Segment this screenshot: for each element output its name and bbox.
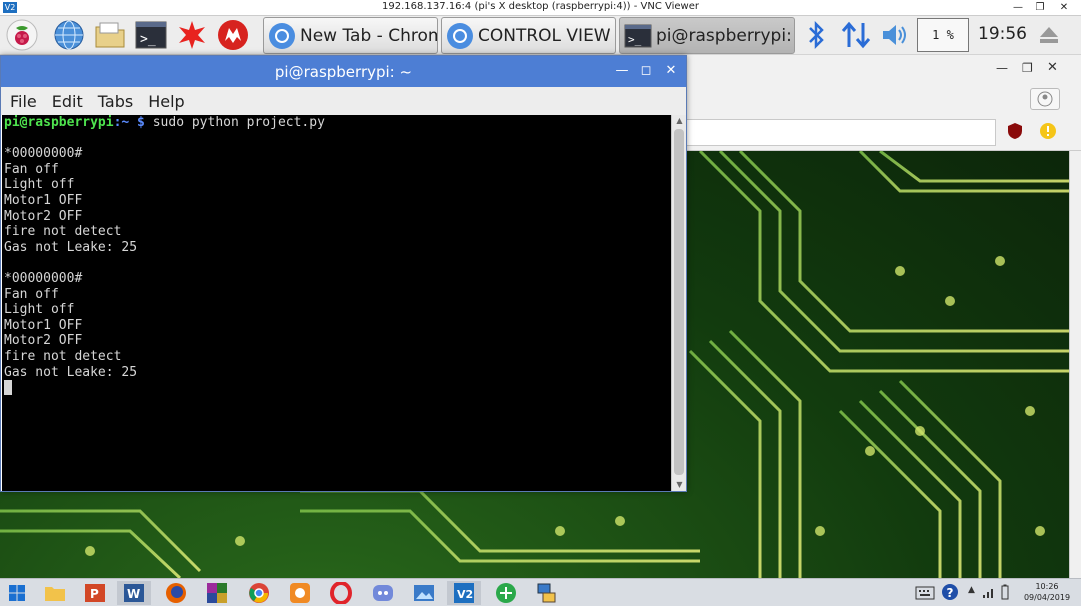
chrome-address-bar[interactable] [686, 119, 996, 146]
output-line: fire not detect [4, 348, 122, 364]
tray-overflow-icon[interactable]: ▲ [968, 585, 975, 595]
network-arrows-icon[interactable] [841, 19, 871, 55]
svg-text:P: P [90, 587, 99, 601]
panel-clock[interactable]: 19:56 [978, 24, 1027, 44]
prompt-path: :~ $ [113, 115, 145, 130]
chromium-icon [269, 22, 295, 49]
firefox-icon[interactable] [159, 581, 193, 605]
svg-text:?: ? [947, 586, 954, 600]
terminal-launcher-icon[interactable]: >_ [135, 19, 167, 51]
svg-text:>_: >_ [628, 33, 642, 46]
keyboard-icon[interactable] [915, 585, 935, 604]
terminal-menu-bar: File Edit Tabs Help [1, 87, 686, 115]
desktop-right-scrollbar[interactable] [1069, 151, 1081, 578]
terminal-output[interactable]: pi@raspberrypi:~ $ sudo python project.p… [2, 115, 671, 491]
powerpoint-icon[interactable]: P [78, 581, 112, 605]
taskbar-item-new-tab[interactable]: New Tab - Chrom... [263, 17, 438, 54]
chrome-minimize-button[interactable]: — [996, 61, 1008, 75]
word-icon[interactable]: W [117, 581, 151, 605]
menu-edit[interactable]: Edit [52, 92, 83, 111]
windows-start-icon[interactable] [0, 581, 34, 605]
output-line: Fan off [4, 286, 59, 302]
output-line: Motor2 OFF [4, 208, 83, 224]
menu-file[interactable]: File [10, 92, 37, 111]
output-line: Motor2 OFF [4, 333, 83, 349]
vnc-close-button[interactable]: ✕ [1054, 0, 1074, 16]
winrar-icon[interactable] [200, 581, 234, 605]
output-line: Light off [4, 302, 75, 318]
vnc-window-title: 192.168.137.16:4 (pi's X desktop (raspbe… [382, 1, 699, 12]
terminal-scroll-thumb[interactable] [674, 129, 684, 475]
system-clock[interactable]: 10:26 09/04/2019 [1018, 581, 1076, 603]
system-date: 09/04/2019 [1023, 593, 1071, 602]
chrome-restore-button[interactable]: ❐ [1022, 61, 1033, 75]
file-explorer-icon[interactable] [38, 581, 72, 605]
output-line: Fan off [4, 161, 59, 177]
mathematica-icon[interactable] [217, 19, 249, 51]
output-line: *00000000# [4, 270, 83, 286]
file-manager-icon[interactable] [94, 19, 126, 51]
menu-tabs[interactable]: Tabs [98, 92, 133, 111]
chrome-profile-button[interactable] [1030, 88, 1060, 110]
ublock-icon[interactable] [1006, 122, 1024, 144]
terminal-command: sudo python project.py [144, 115, 325, 130]
vnc-viewer-icon[interactable]: V2 [447, 581, 481, 605]
opera-icon[interactable] [324, 581, 358, 605]
windows-taskbar: P W V2 ? ▲ 10:26 09/04/2019 [0, 578, 1081, 606]
taskbar-item-label: CONTROL VIEW -... [478, 25, 615, 46]
system-time: 10:26 [1035, 582, 1059, 591]
network-icon[interactable] [489, 581, 523, 605]
wifi-signal-icon[interactable] [982, 584, 996, 603]
taskbar-item-label: pi@raspberrypi: ~ [656, 25, 794, 46]
scroll-up-arrow-icon[interactable]: ▲ [672, 115, 687, 127]
prompt-user: pi@raspberrypi [4, 115, 114, 130]
taskbar-item-label: New Tab - Chrom... [300, 25, 437, 46]
svg-text:V2: V2 [457, 588, 473, 601]
uc-browser-icon[interactable] [283, 581, 317, 605]
terminal-minimize-button[interactable]: — [612, 61, 632, 81]
user-profile-icon [1037, 91, 1053, 107]
help-icon[interactable]: ? [941, 583, 959, 605]
output-line: Motor1 OFF [4, 317, 83, 333]
bluetooth-icon[interactable] [805, 19, 827, 55]
chromium-icon [447, 22, 473, 49]
chrome-close-button[interactable]: ✕ [1047, 60, 1058, 75]
terminal-scrollbar[interactable]: ▲ ▼ [671, 115, 686, 491]
raspberry-menu-icon[interactable] [6, 19, 38, 51]
remote-desktop-icon[interactable] [529, 581, 563, 605]
terminal-icon: >_ [624, 24, 652, 47]
terminal-window-title: pi@raspberrypi: ~ [274, 63, 413, 81]
taskbar-item-terminal[interactable]: >_ pi@raspberrypi: ~ [619, 17, 795, 54]
pi-top-panel: >_ New Tab - Chrom... CONTROL VIEW -... … [0, 16, 1081, 55]
output-line: Light off [4, 177, 75, 193]
output-line: fire not detect [4, 224, 122, 240]
menu-help[interactable]: Help [148, 92, 184, 111]
terminal-title-bar[interactable]: pi@raspberrypi: ~ — ◻ ✕ [1, 56, 686, 87]
web-browser-icon[interactable] [53, 19, 85, 51]
svg-text:>_: >_ [140, 32, 156, 47]
vnc-minimize-button[interactable]: — [1008, 0, 1028, 16]
terminal-cursor [4, 380, 12, 396]
cpu-usage-monitor[interactable]: 1 % [917, 18, 969, 52]
vnc-title-bar: V2 192.168.137.16:4 (pi's X desktop (ras… [0, 0, 1081, 16]
warning-extension-icon[interactable] [1039, 122, 1057, 144]
svg-text:W: W [127, 587, 140, 601]
terminal-close-button[interactable]: ✕ [661, 61, 681, 81]
terminal-maximize-button[interactable]: ◻ [636, 61, 656, 81]
scroll-down-arrow-icon[interactable]: ▼ [672, 479, 687, 491]
output-line: *00000000# [4, 146, 83, 162]
photos-icon[interactable] [407, 581, 441, 605]
battery-icon[interactable] [1000, 584, 1010, 604]
output-line: Gas not Leake: 25 [4, 364, 138, 380]
eject-icon[interactable] [1038, 24, 1060, 50]
wolfram-icon[interactable] [176, 19, 208, 51]
taskbar-item-control-view[interactable]: CONTROL VIEW -... [441, 17, 616, 54]
discord-icon[interactable] [366, 581, 400, 605]
output-line: Motor1 OFF [4, 192, 83, 208]
volume-icon[interactable] [880, 19, 910, 55]
terminal-window: pi@raspberrypi: ~ — ◻ ✕ File Edit Tabs H… [0, 55, 687, 492]
vnc-restore-button[interactable]: ❐ [1030, 0, 1050, 16]
output-line: Gas not Leake: 25 [4, 239, 138, 255]
chrome-icon[interactable] [242, 581, 276, 605]
